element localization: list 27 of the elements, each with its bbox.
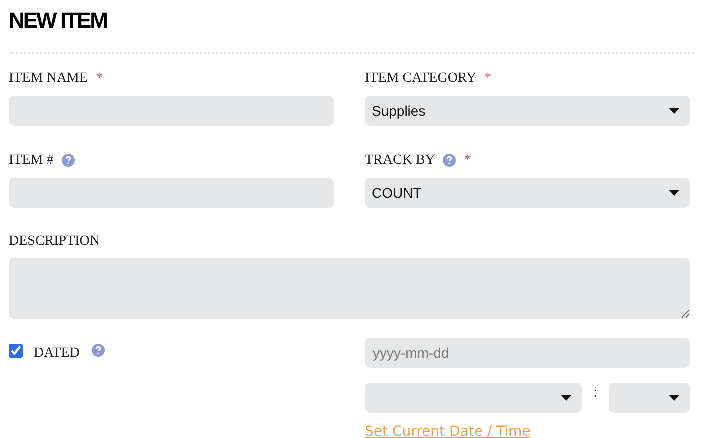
description-field[interactable] (9, 258, 690, 319)
page-title: NEW ITEM (9, 7, 107, 35)
field-label: DESCRIPTION (9, 233, 102, 251)
time-separator: : (592, 384, 598, 402)
checkbox-label: DATED (34, 345, 80, 363)
select-field[interactable]: COUNT (365, 178, 690, 208)
field-label: TRACK BY (365, 152, 436, 170)
help-icon[interactable] (443, 154, 456, 166)
text-field[interactable] (9, 96, 334, 126)
caret-icon (669, 190, 680, 196)
help-icon[interactable] (62, 154, 75, 166)
caret-icon (669, 395, 680, 401)
help-icon[interactable] (92, 344, 105, 357)
caret-icon (561, 395, 572, 401)
required-mark: * (464, 152, 472, 170)
field-label: ITEM # (9, 152, 54, 170)
text-field[interactable] (9, 178, 334, 208)
field-label: ITEM CATEGORY (365, 70, 477, 88)
field-label: ITEM NAME (9, 70, 88, 88)
hour-select[interactable] (365, 383, 582, 413)
caret-icon (669, 108, 680, 114)
select-field[interactable]: Supplies (365, 96, 690, 126)
required-mark: * (484, 70, 492, 88)
dated-checkbox[interactable] (9, 344, 23, 358)
minute-select[interactable] (609, 383, 690, 413)
date-field[interactable]: yyyy-mm-dd (365, 338, 690, 368)
required-mark: * (96, 70, 103, 88)
